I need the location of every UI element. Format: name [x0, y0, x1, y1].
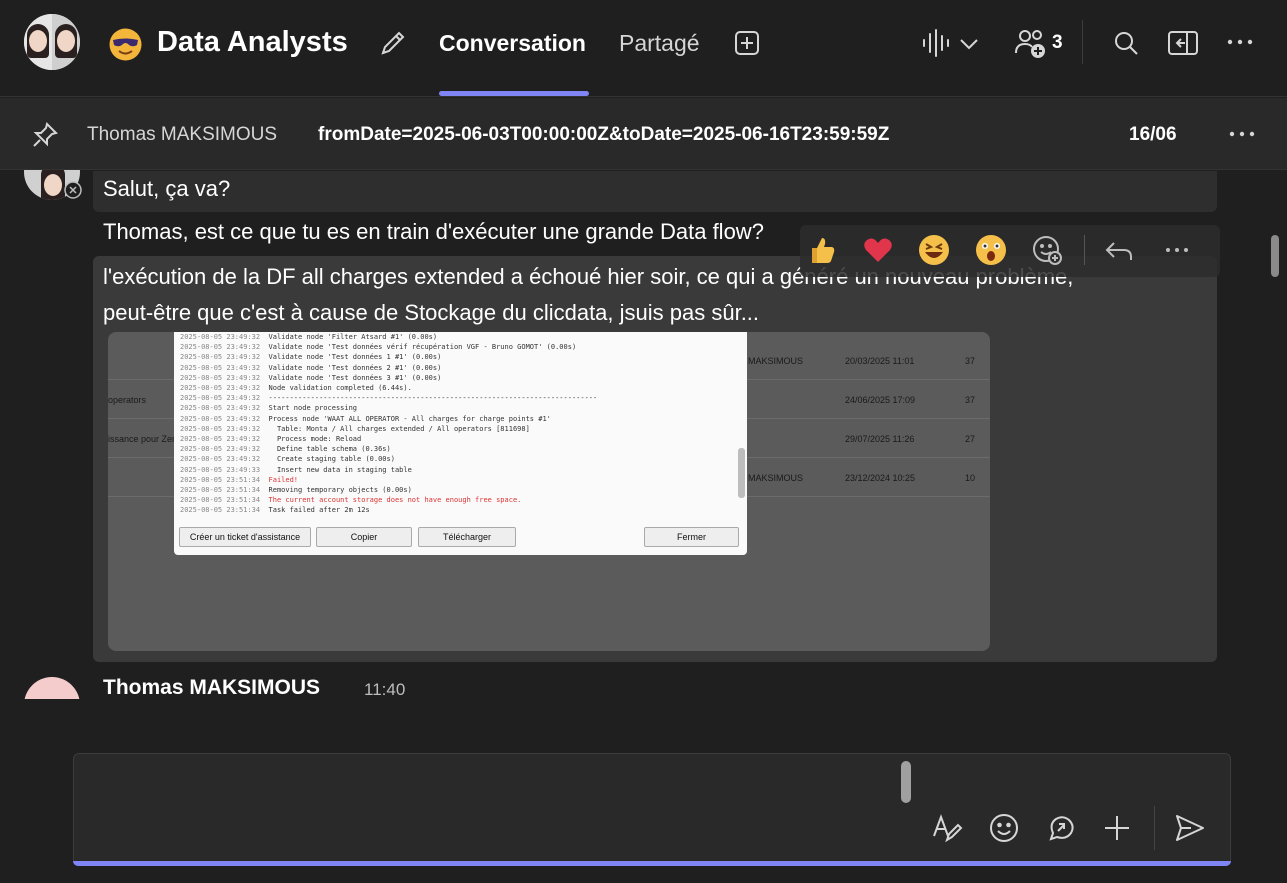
- message-author: Thomas MAKSIMOUS: [103, 676, 321, 698]
- close-button: Fermer: [644, 527, 739, 547]
- log-line: 2025-08-05 23:49:32 Start node processin…: [180, 404, 358, 413]
- participant-count: 3: [1052, 32, 1063, 53]
- chat-title: Data Analysts: [157, 26, 348, 58]
- emoji-icon[interactable]: [988, 812, 1020, 844]
- text-cursor: [901, 761, 911, 803]
- send-icon[interactable]: [1174, 812, 1206, 844]
- sunglasses-emoji-icon: [108, 27, 143, 62]
- pin-icon: [30, 120, 60, 150]
- tab-shared[interactable]: Partagé: [619, 30, 700, 57]
- log-line: 2025-08-05 23:51:34 Failed!: [180, 475, 299, 484]
- participants-icon[interactable]: [1013, 27, 1049, 59]
- download-button: Télécharger: [418, 527, 516, 547]
- pinned-more-icon[interactable]: [1228, 126, 1256, 142]
- log-scrollbar: [738, 448, 745, 498]
- message-text: Thomas, est ce que tu es en train d'exéc…: [103, 219, 764, 244]
- add-attachment-icon[interactable]: [1101, 812, 1133, 844]
- reaction-toolbar: [800, 225, 1220, 277]
- error-log-dialog: 2025-08-05 23:49:32 Validate node 'Filte…: [174, 332, 747, 555]
- active-tab-indicator: [439, 91, 589, 96]
- pinned-author: Thomas MAKSIMOUS: [87, 124, 278, 145]
- tab-conversation[interactable]: Conversation: [439, 30, 586, 57]
- format-text-icon[interactable]: [931, 812, 963, 844]
- heart-icon[interactable]: [861, 233, 895, 267]
- log-line: 2025-08-05 23:49:32 Table: Monta / All c…: [180, 424, 530, 433]
- sender-avatar[interactable]: [24, 677, 82, 699]
- log-line: 2025-08-05 23:49:32 Validate node 'Filte…: [180, 333, 438, 341]
- search-icon[interactable]: [1112, 29, 1140, 57]
- chevron-down-icon[interactable]: [958, 36, 980, 52]
- message-timestamp: 11:40: [364, 680, 406, 698]
- composer-divider: [1154, 806, 1155, 850]
- reaction-divider: [1084, 235, 1085, 265]
- message-composer[interactable]: [73, 753, 1231, 866]
- message-text: Salut, ça va?: [103, 176, 231, 201]
- log-line: 2025-08-05 23:49:32 Validate node 'Test …: [180, 353, 442, 362]
- log-line: 2025-08-05 23:49:32 Validate node 'Test …: [180, 343, 577, 352]
- log-line: 2025-08-05 23:49:32 Process node 'WAAT A…: [180, 414, 551, 423]
- log-line: 2025-08-05 23:49:32 Define table schema …: [180, 445, 391, 454]
- message-header: Thomas MAKSIMOUS 11:40: [100, 674, 500, 698]
- status-offline-icon: [63, 180, 83, 200]
- thumbs-up-icon[interactable]: [804, 233, 838, 267]
- open-side-panel-icon[interactable]: [1167, 29, 1199, 57]
- copy-button: Copier: [316, 527, 412, 547]
- header-divider: [1082, 20, 1083, 64]
- group-avatar[interactable]: [24, 14, 82, 70]
- attached-screenshot[interactable]: MAKSIMOUS 20/03/2025 11:01 37 operators …: [108, 332, 990, 651]
- log-line: 2025-08-05 23:49:32 Validate node 'Test …: [180, 363, 442, 372]
- log-line: 2025-08-05 23:49:32 Node validation comp…: [180, 384, 412, 393]
- pinned-text: fromDate=2025-06-03T00:00:00Z&toDate=202…: [318, 124, 890, 145]
- add-reaction-icon[interactable]: [1030, 233, 1064, 267]
- loop-component-icon[interactable]: [1045, 812, 1077, 844]
- log-line: 2025-08-05 23:49:33 Insert new data in s…: [180, 465, 412, 474]
- log-line: 2025-08-05 23:51:34 Removing temporary o…: [180, 486, 412, 495]
- message-more-icon[interactable]: [1160, 233, 1194, 267]
- group-avatar-image: [24, 14, 80, 70]
- pinned-date: 16/06: [1129, 124, 1177, 145]
- chat-scrollbar[interactable]: [1271, 235, 1279, 277]
- message-bubble[interactable]: [93, 171, 1217, 212]
- composer-focus-bar: [73, 861, 1231, 866]
- log-line: 2025-08-05 23:51:34 The current account …: [180, 496, 522, 505]
- audio-call-icon[interactable]: [920, 28, 952, 58]
- message-text-line: peut-être que c'est à cause de Stockage …: [103, 300, 760, 325]
- log-line: 2025-08-05 23:49:32 --------------------…: [180, 394, 598, 403]
- log-line: 2025-08-05 23:49:32 Process mode: Reload: [180, 435, 362, 444]
- edit-name-icon[interactable]: [378, 28, 408, 58]
- log-output: 2025-08-05 23:49:32 Validate node 'Filte…: [180, 332, 740, 512]
- log-line: 2025-08-05 23:51:34 Task failed after 2m…: [180, 506, 370, 512]
- surprised-icon[interactable]: [974, 233, 1008, 267]
- add-tab-icon[interactable]: [733, 29, 761, 57]
- more-options-icon[interactable]: [1225, 34, 1255, 50]
- log-line: 2025-08-05 23:49:32 Validate node 'Test …: [180, 373, 442, 382]
- laughing-icon[interactable]: [917, 233, 951, 267]
- create-ticket-button: Créer un ticket d'assistance: [179, 527, 311, 547]
- log-line: 2025-08-05 23:49:32 Create staging table…: [180, 455, 395, 464]
- reply-icon[interactable]: [1102, 233, 1136, 267]
